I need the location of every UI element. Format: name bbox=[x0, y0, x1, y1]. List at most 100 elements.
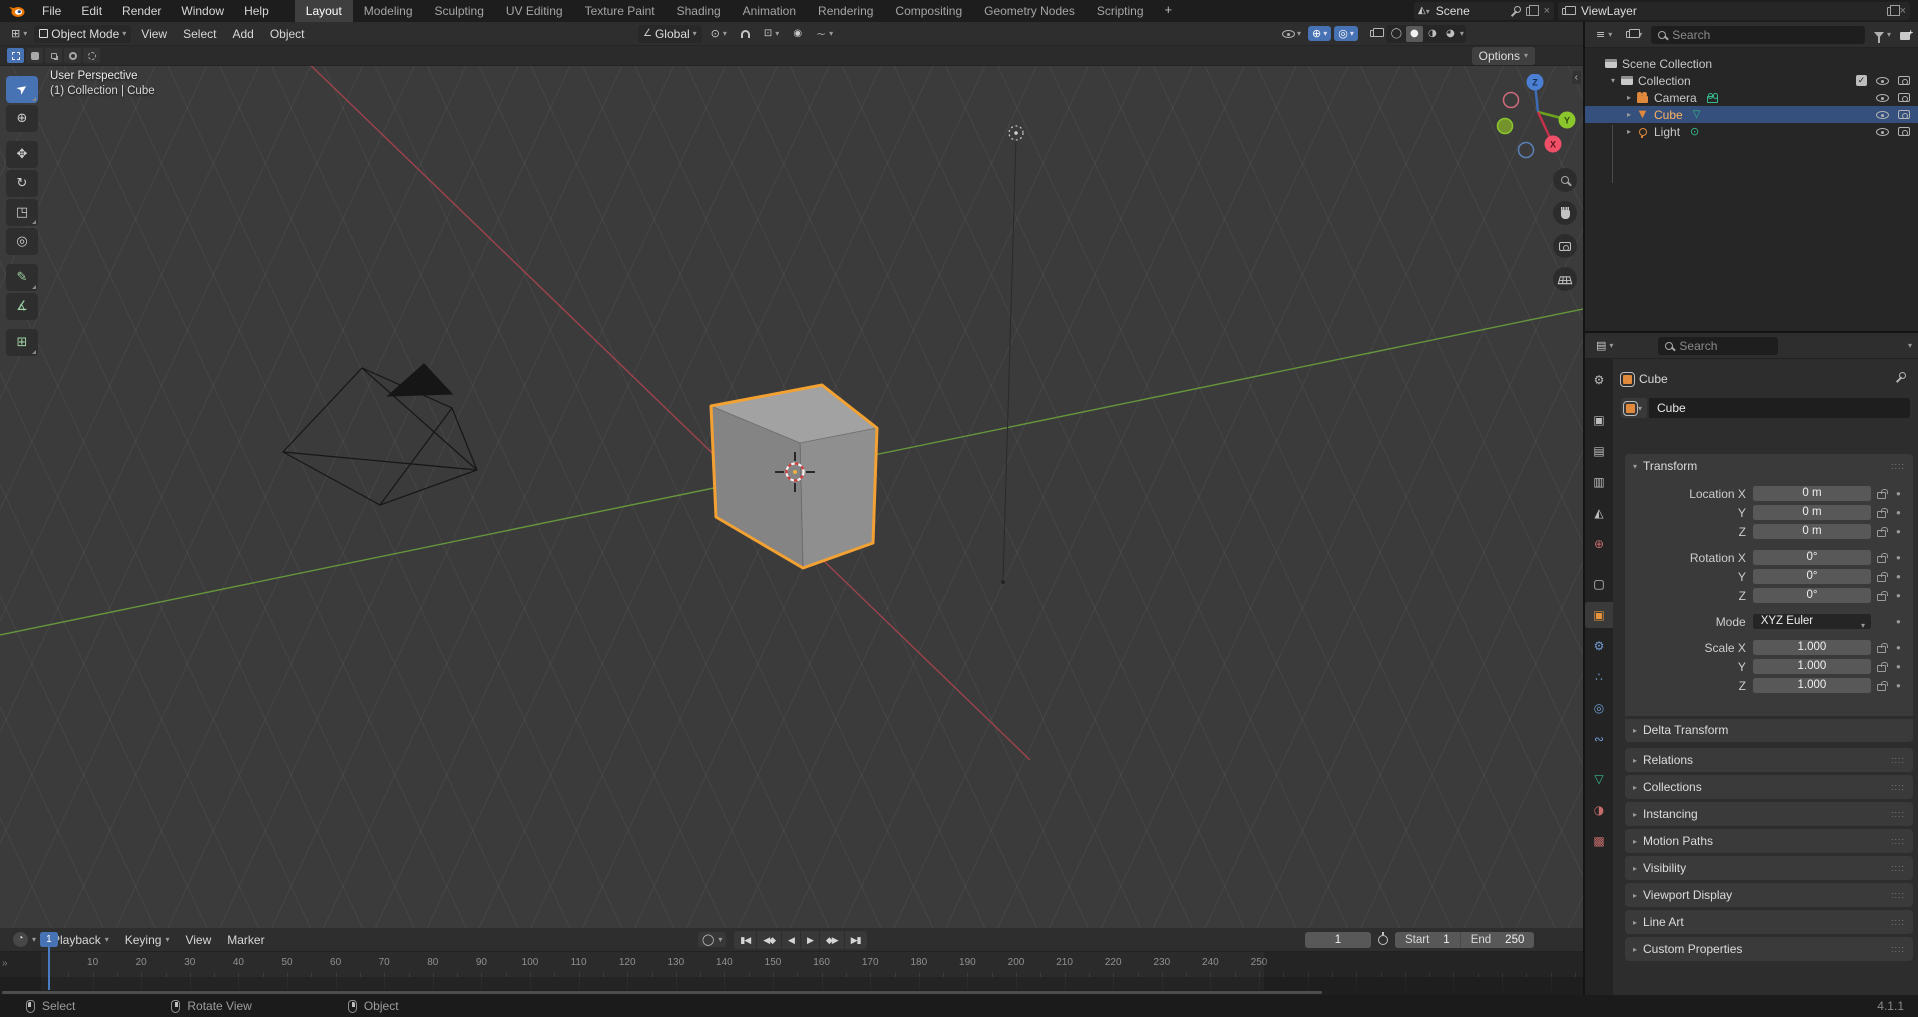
xray-toggle[interactable] bbox=[1366, 28, 1384, 39]
perspective-toggle-button[interactable] bbox=[1553, 267, 1577, 291]
cube-object[interactable] bbox=[709, 383, 879, 570]
jump-to-start-button[interactable]: ▮◀ bbox=[734, 931, 756, 949]
properties-tab-tool[interactable]: ⚙ bbox=[1585, 367, 1613, 393]
value-field[interactable]: 0 m bbox=[1752, 505, 1871, 520]
drag-handle-icon[interactable]: :::: bbox=[1891, 836, 1905, 846]
panel-custom-properties[interactable]: ▸ Custom Properties:::: bbox=[1625, 937, 1913, 961]
shading-material-button[interactable]: ◑ bbox=[1424, 26, 1441, 42]
animate-dot-icon[interactable]: ● bbox=[1892, 643, 1905, 652]
outliner-search-input[interactable]: Search bbox=[1651, 25, 1865, 44]
id-type-dropdown[interactable]: ▾ bbox=[1621, 398, 1648, 418]
hide-viewport-icon[interactable] bbox=[1876, 76, 1889, 85]
proportional-edit-toggle[interactable]: ◉ bbox=[788, 27, 807, 41]
lock-toggle[interactable] bbox=[1871, 488, 1892, 499]
stopwatch-icon[interactable] bbox=[1378, 931, 1388, 945]
workspace-tab-compositing[interactable]: Compositing bbox=[884, 0, 973, 22]
breadcrumb-object-name[interactable]: Cube bbox=[1639, 372, 1668, 386]
tool-transform[interactable]: ◎ bbox=[6, 228, 38, 255]
tool-select-box[interactable]: ➤ bbox=[6, 76, 38, 103]
properties-tab-object[interactable]: ▣ bbox=[1585, 602, 1613, 628]
gizmos-toggle[interactable]: ⊕ ▾ bbox=[1308, 26, 1332, 41]
expander-right-icon[interactable]: ▸ bbox=[1623, 127, 1635, 136]
gizmo-z-neg[interactable] bbox=[1517, 141, 1535, 159]
mode-dropdown[interactable]: Object Mode ▾ bbox=[34, 24, 132, 43]
pin-id-icon[interactable] bbox=[1896, 372, 1906, 382]
frame-start-field[interactable]: Start 1 bbox=[1395, 931, 1461, 948]
drag-handle-icon[interactable]: :::: bbox=[1891, 755, 1905, 765]
camera-view-button[interactable] bbox=[1553, 234, 1577, 258]
expander-right-icon[interactable]: ▸ bbox=[1623, 110, 1635, 119]
properties-tab-collection[interactable]: ▢ bbox=[1585, 571, 1613, 597]
menu-file[interactable]: File bbox=[32, 0, 71, 22]
new-collection-button[interactable]: + bbox=[1900, 28, 1913, 40]
tool-add-cube[interactable]: ⊞ bbox=[6, 329, 38, 356]
hide-viewport-icon[interactable] bbox=[1876, 93, 1889, 102]
timeline-ruler[interactable]: 10 20 30 40 50 60 70 80 90 100 110 120 130 140 150 160 1… bbox=[0, 952, 1583, 977]
timeline-menu-keying[interactable]: Keying ▾ bbox=[118, 931, 177, 949]
tool-cursor[interactable]: ⊕ bbox=[6, 105, 38, 132]
properties-tab-material[interactable]: ◑ bbox=[1585, 797, 1613, 823]
lock-toggle[interactable] bbox=[1871, 661, 1892, 672]
drag-handle-icon[interactable]: :::: bbox=[1891, 944, 1905, 954]
copy-viewlayer-icon[interactable] bbox=[1886, 4, 1900, 16]
animate-dot-icon[interactable]: ● bbox=[1892, 591, 1905, 600]
panel-motion-paths[interactable]: ▸ Motion Paths:::: bbox=[1625, 829, 1913, 853]
panel-instancing[interactable]: ▸ Instancing:::: bbox=[1625, 802, 1913, 826]
drag-handle-icon[interactable]: :::: bbox=[1891, 461, 1905, 471]
lock-toggle[interactable] bbox=[1871, 590, 1892, 601]
expander-down-icon[interactable]: ▾ bbox=[1607, 76, 1619, 85]
panel-collections[interactable]: ▸ Collections:::: bbox=[1625, 775, 1913, 799]
workspace-tab-animation[interactable]: Animation bbox=[732, 0, 807, 22]
viewlayer-selector[interactable]: ▾ ViewLayer × bbox=[1558, 2, 1910, 20]
panel-viewport-display[interactable]: ▸ Viewport Display:::: bbox=[1625, 883, 1913, 907]
workspace-tab-sculpting[interactable]: Sculpting bbox=[424, 0, 495, 22]
copy-scene-icon[interactable] bbox=[1525, 4, 1539, 16]
properties-tab-texture[interactable]: ▩ bbox=[1585, 828, 1613, 854]
drag-handle-icon[interactable]: :::: bbox=[1891, 917, 1905, 927]
prev-keyframe-button[interactable]: ◀◆ bbox=[756, 930, 781, 949]
filter-button[interactable]: ▾ bbox=[1869, 28, 1896, 43]
object-label[interactable]: Cube bbox=[1654, 108, 1683, 122]
select-mode-extend[interactable] bbox=[26, 48, 43, 63]
disable-render-icon[interactable] bbox=[1898, 93, 1910, 102]
select-mode-intersect[interactable] bbox=[83, 48, 100, 63]
tool-scale[interactable]: ◳ bbox=[6, 199, 38, 226]
playhead[interactable] bbox=[47, 947, 50, 990]
hide-viewport-icon[interactable] bbox=[1876, 110, 1889, 119]
navigation-gizmo[interactable]: Z Y X bbox=[1490, 74, 1576, 160]
tool-rotate[interactable]: ↻ bbox=[6, 170, 38, 197]
disable-render-icon[interactable] bbox=[1898, 110, 1910, 119]
properties-tab-output[interactable]: ▤ bbox=[1585, 438, 1613, 464]
viewport-menu-select[interactable]: Select bbox=[175, 27, 224, 41]
animate-dot-icon[interactable]: ● bbox=[1892, 681, 1905, 690]
add-workspace-button[interactable]: + bbox=[1155, 0, 1183, 22]
menu-help[interactable]: Help bbox=[234, 0, 279, 22]
timeline-editor-type-button[interactable]: ◔ ▾ bbox=[6, 930, 43, 949]
animate-dot-icon[interactable]: ● bbox=[1892, 527, 1905, 536]
drag-handle-icon[interactable]: :::: bbox=[1891, 890, 1905, 900]
drag-handle-icon[interactable]: :::: bbox=[1891, 809, 1905, 819]
lock-toggle[interactable] bbox=[1871, 526, 1892, 537]
value-field[interactable]: 1.000 bbox=[1752, 640, 1871, 655]
pivot-dropdown[interactable]: ⊙ ▾ bbox=[706, 26, 732, 41]
viewlayer-name[interactable]: ViewLayer bbox=[1581, 4, 1881, 18]
object-label[interactable]: Scene Collection bbox=[1622, 57, 1712, 71]
pan-button[interactable] bbox=[1553, 201, 1577, 225]
workspace-tab-scripting[interactable]: Scripting bbox=[1086, 0, 1155, 22]
viewport-menu-view[interactable]: View bbox=[133, 27, 175, 41]
properties-search-input[interactable]: Search bbox=[1658, 336, 1779, 355]
tool-move[interactable]: ✥ bbox=[6, 141, 38, 168]
outliner-editor-type-button[interactable]: ≡ ▾ bbox=[1591, 27, 1617, 42]
disable-render-icon[interactable] bbox=[1898, 76, 1910, 85]
animate-dot-icon[interactable]: ● bbox=[1892, 553, 1905, 562]
hide-viewport-icon[interactable] bbox=[1876, 127, 1889, 136]
proportional-falloff-dropdown[interactable]: ~ ▾ bbox=[811, 26, 838, 42]
current-frame-field[interactable]: 1 bbox=[1305, 931, 1371, 948]
value-field[interactable]: 0° bbox=[1752, 569, 1871, 584]
orientation-dropdown[interactable]: ∠ Global ▾ bbox=[638, 24, 702, 43]
workspace-tab-geometry-nodes[interactable]: Geometry Nodes bbox=[973, 0, 1086, 22]
expander-right-icon[interactable]: ▸ bbox=[1623, 93, 1635, 102]
menu-window[interactable]: Window bbox=[171, 0, 234, 22]
current-frame-badge[interactable]: 1 bbox=[39, 932, 58, 947]
auto-keying-group[interactable]: ◯ ▾ bbox=[698, 932, 727, 947]
